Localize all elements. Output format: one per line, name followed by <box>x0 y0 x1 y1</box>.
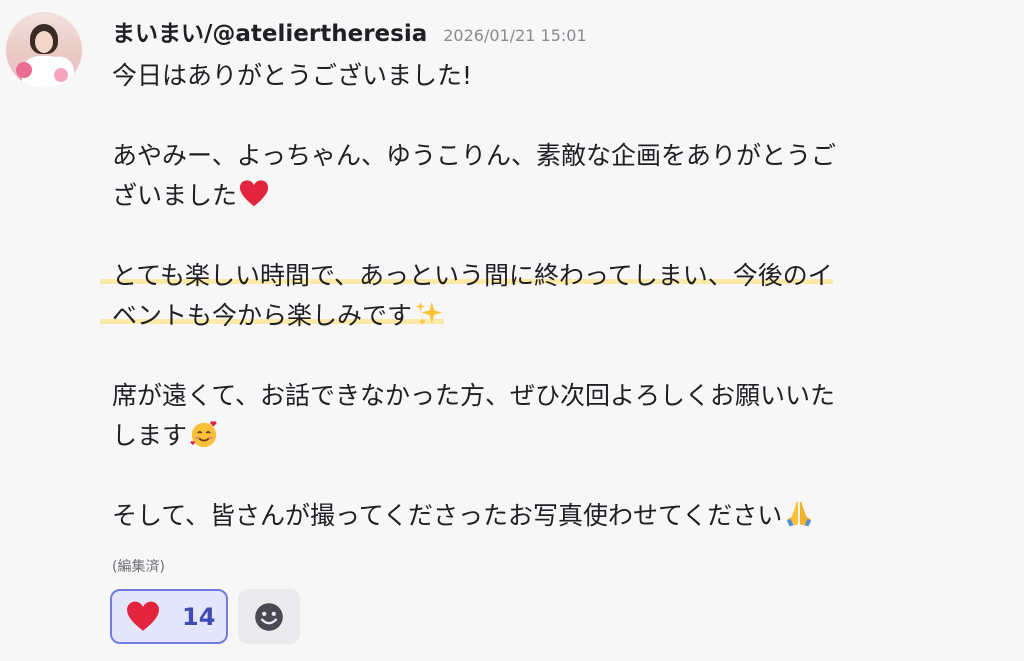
add-reaction-button[interactable] <box>238 589 300 644</box>
message-line: そして、皆さんが撮ってくださったお写真使わせてください <box>112 496 992 536</box>
author-name[interactable]: まいまい/@ateliertheresia <box>112 14 427 48</box>
chat-message: まいまい/@ateliertheresia 2026/01/21 15:01 今… <box>0 0 1024 661</box>
message-line-highlighted: ベントも今から楽しみです <box>100 296 992 336</box>
timestamp[interactable]: 2026/01/21 15:01 <box>443 26 586 45</box>
message-body: 今日はありがとうございました! あやみー、よっちゃん、ゆうこりん、素敵な企画をあ… <box>100 56 992 536</box>
message-line: します <box>112 416 992 456</box>
message-line-highlighted: とても楽しい時間で、あっという間に終わってしまい、今後のイ <box>100 256 992 296</box>
message-text: あやみー、よっちゃん、ゆうこりん、素敵な企画をありがとうご <box>112 141 837 170</box>
reaction-bar: 14 <box>110 589 300 644</box>
avatar-flower <box>54 68 68 82</box>
message-text: します <box>112 421 188 450</box>
message-text: ざいました <box>112 181 238 210</box>
reaction-count: 14 <box>182 602 216 631</box>
highlight-mark: ベントも今から楽しみです <box>100 299 445 330</box>
edited-label: (編集済) <box>112 559 165 575</box>
folded-hands-icon <box>784 499 814 529</box>
message-text: 席が遠くて、お話できなかった方、ぜひ次回よろしくお願いいた <box>112 381 836 410</box>
message-header: まいまい/@ateliertheresia 2026/01/21 15:01 <box>112 14 587 48</box>
message-line: あやみー、よっちゃん、ゆうこりん、素敵な企画をありがとうご <box>112 136 992 176</box>
red-heart-icon <box>239 179 269 209</box>
message-text: 今日はありがとうございました! <box>112 61 473 90</box>
message-line: 今日はありがとうございました! <box>112 56 992 96</box>
smiling-face-with-hearts-icon <box>189 419 219 449</box>
highlight-mark: とても楽しい時間で、あっという間に終わってしまい、今後のイ <box>100 261 833 290</box>
message-line: ざいました <box>112 176 992 216</box>
message-text: そして、皆さんが撮ってくださったお写真使わせてください <box>112 501 783 530</box>
smiley-icon <box>252 600 286 634</box>
avatar-flower <box>16 62 32 78</box>
message-text: ベントも今から楽しみです <box>112 301 413 330</box>
heart-reaction-button[interactable]: 14 <box>110 589 228 644</box>
avatar[interactable] <box>6 12 82 88</box>
sparkles-icon <box>414 299 444 329</box>
avatar-face <box>35 31 53 53</box>
message-line: 席が遠くて、お話できなかった方、ぜひ次回よろしくお願いいた <box>112 376 992 416</box>
heart-icon <box>126 600 160 634</box>
message-text: とても楽しい時間で、あっという間に終わってしまい、今後のイ <box>112 261 833 290</box>
